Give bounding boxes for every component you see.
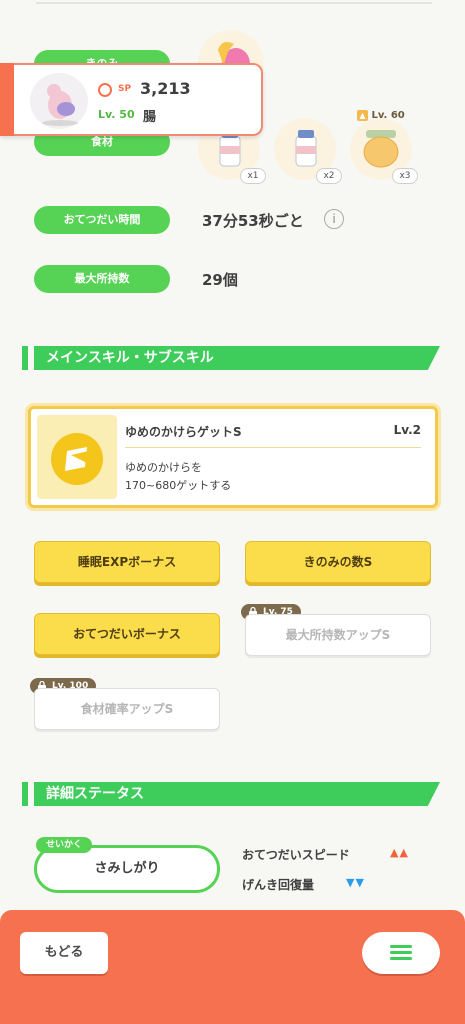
nature-tag: せいかく	[36, 837, 93, 853]
main-skill-card[interactable]: ゆめのかけらゲットS Lv.2 ゆめのかけらを 170~680ゲットする	[28, 406, 438, 508]
pokemon-sprite	[30, 73, 88, 129]
nature-up-label: おてつだいスピード	[242, 848, 350, 862]
skills-section-title: メインスキル・サブスキル	[34, 346, 440, 370]
info-icon[interactable]: i	[324, 209, 344, 229]
ingredient-2: x2	[274, 118, 342, 184]
main-skill-divider	[125, 447, 421, 448]
sub-skill-5[interactable]: 食材確率アップS	[34, 688, 220, 730]
section-bar	[22, 782, 28, 806]
sub-skill-2[interactable]: きのみの数S	[245, 541, 431, 583]
main-skill-level: Lv.2	[393, 423, 421, 437]
ingredient-qty: x2	[316, 168, 342, 184]
sub-skill-4[interactable]: 最大所持数アップS	[245, 614, 431, 656]
menu-button[interactable]	[362, 932, 440, 974]
max-carry-value: 29個	[202, 271, 238, 289]
ingredient-qty: x1	[240, 168, 266, 184]
sp-icon	[98, 83, 112, 97]
menu-icon	[390, 951, 412, 954]
nature-down-label: げんき回復量	[242, 878, 315, 892]
pokemon-icon	[42, 84, 78, 126]
ingredient-qty: x3	[392, 168, 418, 184]
nature-up-arrows: ▲▲	[390, 846, 409, 859]
pokemon-card-accent	[0, 63, 14, 136]
nature-down-arrows: ▼▼	[346, 876, 365, 889]
back-button[interactable]: もどる	[20, 932, 108, 974]
top-divider	[36, 0, 432, 4]
skills-section-header: メインスキル・サブスキル	[22, 346, 440, 370]
help-interval-value: 37分53秒ごと	[202, 212, 304, 230]
main-skill-description: ゆめのかけらを 170~680ゲットする	[125, 461, 232, 492]
pokemon-level: Lv. 50	[98, 108, 135, 121]
detail-section-header: 詳細ステータス	[22, 782, 440, 806]
ingredient-3: x3	[350, 118, 418, 184]
detail-section-title: 詳細ステータス	[34, 782, 440, 806]
help-interval-label: おてつだい時間	[34, 206, 170, 234]
main-skill-name: ゆめのかけらゲットS	[125, 425, 242, 439]
sub-skill-1[interactable]: 睡眠EXPボーナス	[34, 541, 220, 583]
pokemon-card[interactable]: SP 3,213 Lv. 50 腸	[0, 63, 263, 136]
max-carry-label: 最大所持数	[34, 265, 170, 293]
sp-value: 3,213	[140, 79, 191, 98]
dream-shard-icon	[51, 433, 103, 485]
section-bar	[22, 346, 28, 370]
pokemon-specialty: 腸	[143, 110, 157, 125]
sp-label: SP	[118, 84, 132, 94]
sub-skill-3[interactable]: おてつだいボーナス	[34, 613, 220, 655]
menu-icon	[390, 957, 412, 960]
main-skill-icon-box	[37, 415, 117, 499]
menu-icon	[390, 945, 412, 948]
